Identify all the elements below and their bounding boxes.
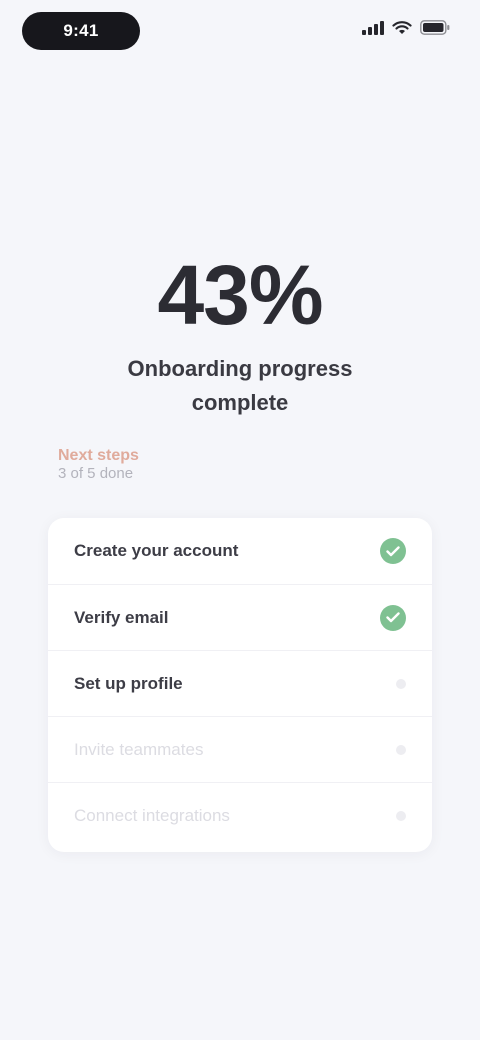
task-row-create-your-account[interactable]: Create your account: [48, 518, 432, 584]
empty-circle-icon: [396, 678, 406, 689]
task-label: Set up profile: [74, 673, 183, 693]
task-row-connect-integrations[interactable]: Connect integrations: [48, 782, 432, 848]
task-label: Invite teammates: [74, 739, 204, 759]
empty-circle-icon: [396, 810, 406, 821]
task-label: Verify email: [74, 607, 169, 627]
empty-circle-icon: [396, 744, 406, 755]
checkmark-icon: [380, 604, 406, 631]
task-label: Connect integrations: [74, 805, 230, 825]
checkmark-icon: [380, 538, 406, 564]
task-row-set-up-profile[interactable]: Set up profile: [48, 650, 432, 716]
signal-icon: [362, 20, 384, 35]
status-time: 9:41: [22, 12, 140, 50]
status-icons: [362, 20, 450, 35]
task-label: Create your account: [74, 541, 239, 560]
task-checklist: Create your account Verify email Set up pr…: [48, 518, 432, 852]
task-row-verify-email[interactable]: Verify email: [48, 584, 432, 650]
section-label: Next steps 3 of 5 done: [58, 447, 208, 485]
wifi-icon: [392, 20, 412, 35]
progress-value: 43%: [157, 248, 323, 342]
battery-icon: [420, 20, 450, 35]
section-subtitle: 3 of 5 done: [58, 465, 134, 482]
progress-caption: Onboarding progress complete: [127, 356, 353, 415]
task-row-invite-teammates[interactable]: Invite teammates: [48, 716, 432, 782]
section-title: Next steps: [58, 447, 139, 464]
status-bar: 9:41: [0, 0, 480, 62]
